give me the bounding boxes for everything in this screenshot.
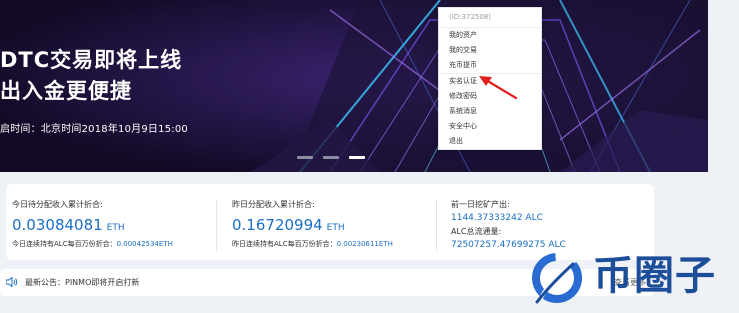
- stats-divider-2: [436, 200, 437, 252]
- speaker-icon: [6, 277, 18, 287]
- menu-item-deposit-withdraw[interactable]: 充币提币: [439, 58, 541, 74]
- carousel-dot-1[interactable]: [297, 156, 313, 159]
- yesterday-per-million-label: 昨日连续持有ALC每百万份折合：: [232, 240, 337, 248]
- today-pending-income-label: 今日待分配收入累计折合:: [12, 200, 103, 209]
- today-pending-income-section: 今日待分配收入累计折合: 0.03084081 ETH 今日连续持有ALC每百万份…: [12, 199, 173, 249]
- alc-circulation-label: ALC总流通量:: [451, 227, 502, 236]
- today-per-million-alc: 今日连续持有ALC每百万份折合：0.00042534ETH: [12, 239, 173, 249]
- banner-headline-1: DTC交易即将上线: [0, 48, 183, 72]
- stats-divider-1: [216, 200, 217, 252]
- yesterday-income-label: 昨日分配收入累计折合:: [232, 200, 315, 209]
- banner-text-block: DTC交易即将上线 出入金更便捷 启时间：北京时间2018年10月9日15:00: [0, 46, 188, 135]
- menu-item-my-assets[interactable]: 我的资产: [439, 28, 541, 43]
- menu-item-system-messages[interactable]: 系统消息: [439, 104, 541, 119]
- menu-item-my-trades[interactable]: 我的交易: [439, 43, 541, 58]
- bqz-watermark: 币圈子: [527, 246, 739, 306]
- banner-headline-2: 出入金更便捷: [0, 79, 132, 103]
- yesterday-income-unit: ETH: [326, 223, 345, 233]
- today-per-million-value: 0.00042534ETH: [116, 240, 173, 248]
- red-arrow-annotation-icon: [479, 76, 518, 100]
- promo-banner[interactable]: DTC交易即将上线 出入金更便捷 启时间：北京时间2018年10月9日15:00: [0, 0, 708, 172]
- yesterday-per-million-value: 0.00230611ETH: [336, 240, 393, 248]
- banner-start-time: 启时间：北京时间2018年10月9日15:00: [0, 124, 188, 135]
- today-pending-income-value: 0.03084081 ETH: [12, 215, 173, 234]
- watermark-text: 币圈子: [593, 253, 716, 299]
- announcement-text[interactable]: 最新公告：PINMO即将开启打新: [25, 277, 139, 288]
- yesterday-income-value: 0.16720994 ETH: [232, 215, 393, 234]
- carousel-dot-3[interactable]: [349, 156, 365, 159]
- user-id-label: (ID:372508): [439, 8, 541, 28]
- yesterday-per-million-alc: 昨日连续持有ALC每百万份折合：0.00230611ETH: [232, 239, 393, 249]
- today-pending-income-unit: ETH: [106, 223, 125, 233]
- watermark-logo-icon: [532, 253, 582, 304]
- mining-output-section: 前一日挖矿产出: 1144.37333242 ALC ALC总流通量: 7250…: [451, 199, 566, 250]
- yesterday-income-section: 昨日分配收入累计折合: 0.16720994 ETH 昨日连续持有ALC每百万份折…: [232, 199, 393, 249]
- menu-item-logout[interactable]: 退出: [439, 134, 541, 149]
- yesterday-income-amount: 0.16720994: [232, 216, 323, 234]
- mining-output-value: 1144.37333242 ALC: [451, 213, 543, 223]
- carousel-indicators: [297, 156, 365, 159]
- menu-item-security-center[interactable]: 安全中心: [439, 119, 541, 134]
- mining-output-label: 前一日挖矿产出:: [451, 200, 510, 209]
- today-per-million-label: 今日连续持有ALC每百万份折合：: [12, 240, 117, 248]
- carousel-dot-2[interactable]: [323, 156, 339, 159]
- today-pending-income-amount: 0.03084081: [12, 216, 103, 234]
